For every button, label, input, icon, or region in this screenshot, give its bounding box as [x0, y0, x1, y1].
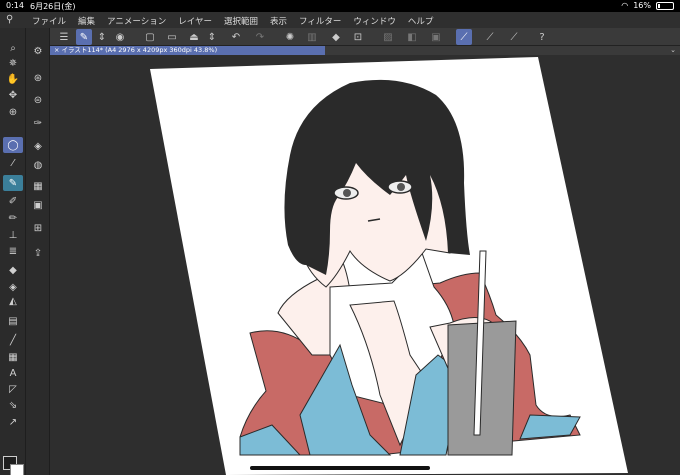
brush-icon[interactable]: ✏ [3, 210, 23, 226]
menu-edit[interactable]: 編集 [78, 15, 95, 27]
clear-icon[interactable]: ▥ [304, 29, 320, 45]
line-icon[interactable]: ⇘ [3, 397, 23, 413]
color-selector[interactable] [3, 456, 25, 475]
snap-grid-icon[interactable]: ⟋ [506, 29, 522, 45]
zoom-icon[interactable]: ⌕ [3, 40, 23, 56]
menu-icon[interactable]: ☰ [56, 29, 72, 45]
status-date: 6月26日(金) [30, 2, 76, 11]
menu-help[interactable]: ヘルプ [408, 15, 434, 27]
undo-icon[interactable]: ↶ [228, 29, 244, 45]
menu-layer[interactable]: レイヤー [178, 15, 212, 27]
view-icon[interactable]: ◉ [112, 29, 128, 45]
export-icon[interactable]: ⇪ [29, 245, 47, 261]
menu-window[interactable]: ウィンドウ [353, 15, 396, 27]
navigator-icon[interactable]: ▣ [29, 197, 47, 213]
rotate-icon[interactable]: ✥ [3, 87, 23, 103]
eraser-icon[interactable]: ◆ [3, 262, 23, 278]
status-bar: 0:14 6月26日(金) ◠ 16% [0, 0, 680, 12]
snap-ruler-icon[interactable]: ⟋ [456, 29, 472, 45]
lasso-icon[interactable]: ◯ [3, 137, 23, 153]
text-icon[interactable]: A [3, 365, 23, 381]
left-pupil [343, 189, 351, 197]
color-set-icon[interactable]: ▦ [29, 178, 47, 194]
balloon-icon[interactable]: ◸ [3, 381, 23, 397]
menu-file[interactable]: ファイル [32, 15, 66, 27]
tool-palette: ⌕ ✵ ✋ ✥ ⊕ ◯ ⁄ ✎ ✐ ✏ ⊥ ≣ ◆ ◈ ◭ ▤ ╱ ▦ A ◸ … [0, 28, 26, 475]
transform-icon[interactable]: ⊡ [350, 29, 366, 45]
hand-icon[interactable]: ✋ [3, 71, 23, 87]
airbrush-icon[interactable]: ⊥ [3, 227, 23, 243]
menu-view[interactable]: 表示 [270, 15, 287, 27]
status-right: ◠ 16% [621, 1, 674, 10]
app-logo-icon[interactable]: ⚲ [6, 14, 18, 26]
loading-icon[interactable]: ✺ [282, 29, 298, 45]
snap-special-icon[interactable]: ⟋ [482, 29, 498, 45]
decoration-icon[interactable]: ≣ [3, 243, 23, 259]
command-bar: ☰ ✎ ⇕ ◉ ▢ ▭ ⏏ ⇕ ↶ ↷ ✺ ▥ ◆ ⊡ ▨ ◧ ▣ ⟋ ⟋ ⟋ … [50, 28, 680, 46]
document-tab[interactable]: × イラスト114* (A4 2976 x 4209px 360dpi 43.8… [50, 46, 325, 55]
menu-bar: ⚲ ファイル 編集 アニメーション レイヤー 選択範囲 表示 フィルター ウィン… [0, 12, 680, 28]
help-icon[interactable]: ? [534, 29, 550, 45]
menu-items: ファイル 編集 アニメーション レイヤー 選択範囲 表示 フィルター ウィンドウ… [32, 15, 433, 27]
subtool-icon[interactable]: ⊛ [29, 70, 47, 86]
fill-icon[interactable]: ◆ [328, 29, 344, 45]
deselect-icon[interactable]: ▨ [380, 29, 396, 45]
sub-tool-panel: ⚙ ⊛ ⊜ ✑ ◈ ◍ ▦ ▣ ⊞ ⇪ [26, 28, 50, 475]
canvas-area[interactable] [50, 55, 680, 475]
save-icon[interactable]: ⏏ [186, 29, 202, 45]
stepper-icon[interactable]: ⇕ [204, 29, 220, 45]
right-pupil [397, 183, 405, 191]
battery-icon [656, 1, 674, 10]
edit-icon[interactable]: ✎ [76, 29, 92, 45]
tool-property-icon[interactable]: ✑ [29, 115, 47, 131]
pencil-icon[interactable]: ✐ [3, 193, 23, 209]
new-file-icon[interactable]: ▢ [142, 29, 158, 45]
frame-icon[interactable]: ▦ [3, 349, 23, 365]
document-tab-bar: × イラスト114* (A4 2976 x 4209px 360dpi 43.8… [50, 46, 680, 55]
layer-icon[interactable]: ◈ [29, 138, 47, 154]
menu-filter[interactable]: フィルター [299, 15, 341, 27]
settings-icon[interactable]: ⚙ [29, 43, 47, 59]
move-icon[interactable]: ✵ [3, 55, 23, 71]
crop-icon[interactable]: ▣ [428, 29, 444, 45]
pen-icon[interactable]: ✎ [3, 175, 23, 191]
select-icon[interactable]: ⊕ [3, 104, 23, 120]
brush-size-icon[interactable]: ⊜ [29, 92, 47, 108]
fill-icon[interactable]: ◭ [3, 293, 23, 309]
open-folder-icon[interactable]: ▭ [164, 29, 180, 45]
material-icon[interactable]: ⊞ [29, 220, 47, 236]
wifi-icon: ◠ [621, 1, 629, 10]
home-indicator[interactable] [250, 466, 430, 470]
stepper-icon[interactable]: ⇕ [94, 29, 110, 45]
menu-animation[interactable]: アニメーション [107, 15, 166, 27]
color-wheel-icon[interactable]: ◍ [29, 157, 47, 173]
sub-color-swatch[interactable] [10, 464, 24, 475]
chevron-down-icon[interactable]: ⌄ [670, 46, 676, 55]
figure-icon[interactable]: ╱ [3, 332, 23, 348]
correction-icon[interactable]: ↗ [3, 414, 23, 430]
gradient-icon[interactable]: ▤ [3, 313, 23, 329]
eyedropper-icon[interactable]: ⁄ [3, 155, 23, 171]
invert-icon[interactable]: ◧ [404, 29, 420, 45]
redo-icon[interactable]: ↷ [252, 29, 268, 45]
battery-label: 16% [633, 1, 651, 10]
canvas-illustration[interactable] [50, 55, 680, 475]
status-time: 0:14 [6, 1, 24, 10]
menu-selection[interactable]: 選択範囲 [224, 15, 258, 27]
